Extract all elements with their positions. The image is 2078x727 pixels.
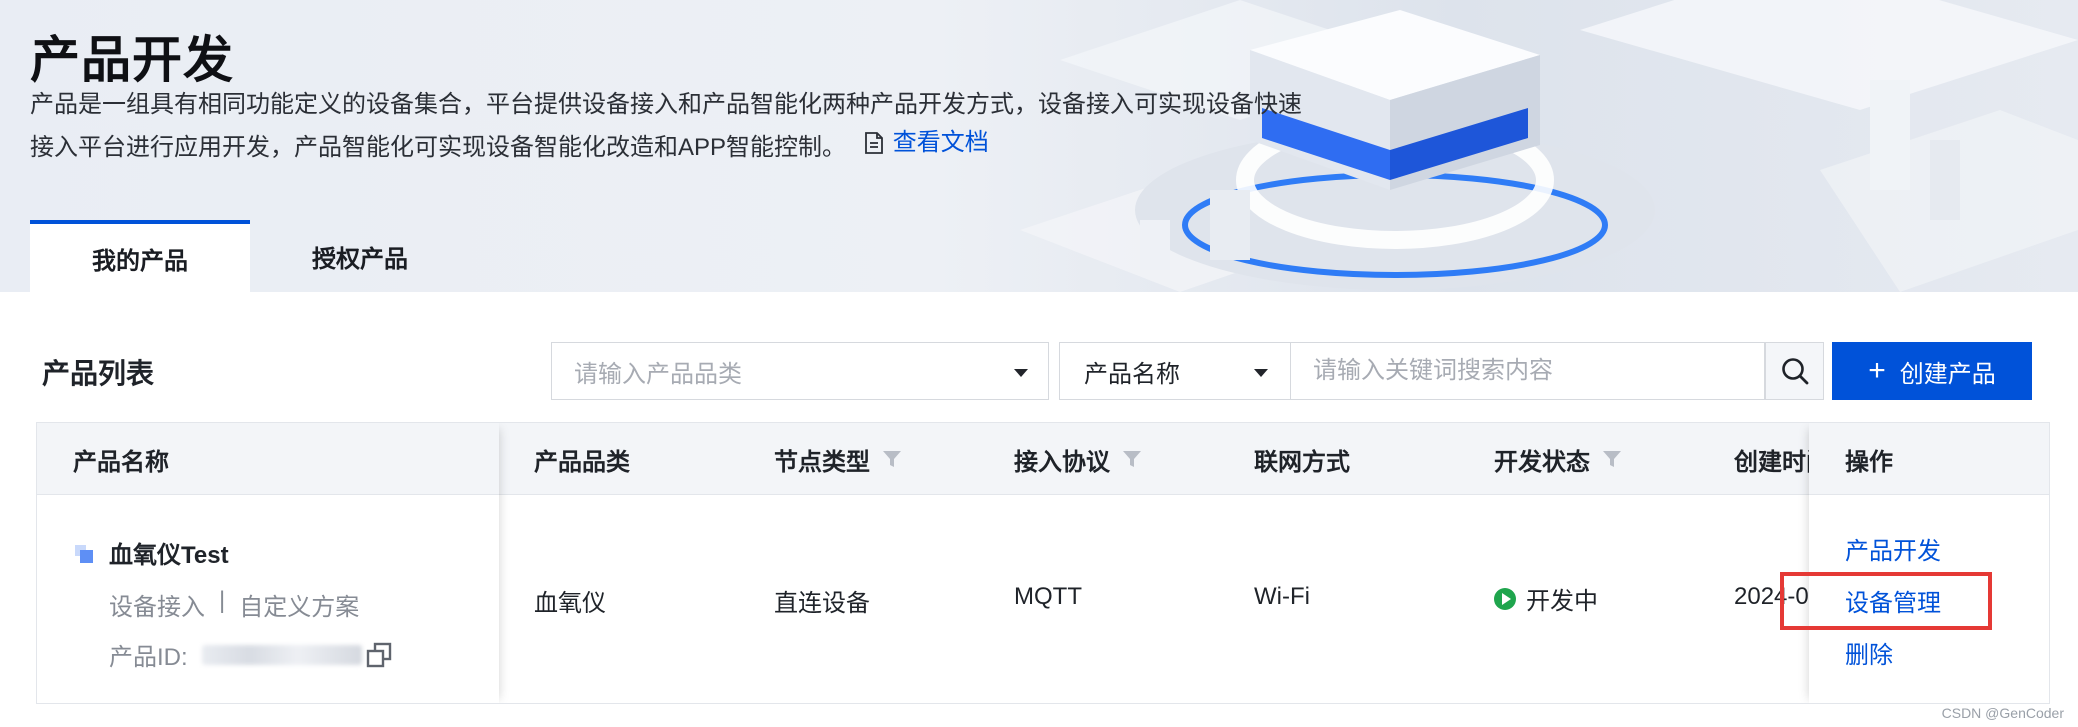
product-tabs: 我的产品 授权产品: [30, 220, 470, 292]
product-name: 血氧仪Test: [109, 542, 229, 569]
watermark: CSDN @GenCoder: [1941, 705, 2064, 721]
play-status-icon: [1494, 587, 1516, 610]
search-field-label: 产品名称: [1084, 360, 1180, 388]
fixed-name-column: 产品名称 血氧仪Test 设备接入 | 自定义方案 产品ID:: [37, 423, 499, 703]
column-protocol[interactable]: 接入协议: [1014, 423, 1142, 495]
page-description: 产品是一组具有相同功能定义的设备集合，平台提供设备接入和产品智能化两种产品开发方…: [30, 86, 1320, 167]
create-product-label: 创建产品: [1899, 360, 1996, 388]
copy-icon[interactable]: [366, 642, 392, 668]
tab-my-products[interactable]: 我的产品: [30, 220, 250, 292]
filter-icon[interactable]: [882, 450, 902, 468]
product-icon: [75, 545, 93, 563]
chevron-down-icon: [1254, 369, 1268, 377]
column-actions: 操作: [1845, 448, 1893, 476]
status-label: 开发中: [1526, 588, 1598, 615]
category-placeholder: 请输入产品品类: [574, 360, 742, 388]
description-text: 产品是一组具有相同功能定义的设备集合，平台提供设备接入和产品智能化两种产品开发方…: [30, 91, 1302, 161]
document-icon: [864, 132, 883, 154]
search-group: 产品名称: [1059, 342, 1824, 400]
product-table: 产品品类 节点类型 接入协议 联网方式 开发状态 创建时间 血氧仪 直连设备 M…: [36, 422, 2050, 704]
meta-separator: |: [219, 587, 226, 614]
product-id-masked: [201, 644, 362, 665]
scheme-type: 自定义方案: [239, 594, 360, 621]
product-list-title: 产品列表: [42, 358, 155, 389]
tab-authorized-products[interactable]: 授权产品: [250, 220, 470, 292]
page-title: 产品开发: [30, 32, 234, 88]
filter-icon[interactable]: [1602, 450, 1622, 468]
annotation-highlight-box: [1780, 572, 1992, 630]
delete-link[interactable]: 删除: [1845, 635, 1893, 670]
search-field-select[interactable]: 产品名称: [1059, 342, 1291, 400]
header-banner: 产品开发 产品是一组具有相同功能定义的设备集合，平台提供设备接入和产品智能化两种…: [0, 0, 2078, 292]
column-node-type[interactable]: 节点类型: [774, 423, 902, 495]
product-develop-link[interactable]: 产品开发: [1845, 531, 1941, 566]
column-category: 产品品类: [534, 448, 630, 476]
view-docs-link[interactable]: 查看文档: [863, 124, 989, 162]
create-product-button[interactable]: + 创建产品: [1832, 342, 2032, 400]
cell-network: Wi-Fi: [1254, 583, 1310, 610]
table-header-name: 产品名称: [37, 423, 499, 495]
search-button[interactable]: [1765, 342, 1824, 400]
cell-node-type: 直连设备: [774, 590, 870, 617]
product-id: 产品ID:: [109, 637, 392, 672]
search-icon: [1781, 358, 1808, 385]
cell-status: 开发中: [1494, 581, 1598, 616]
cell-protocol: MQTT: [1014, 583, 1082, 610]
product-id-label: 产品ID:: [109, 644, 188, 671]
fixed-actions-column: 操作 产品开发 设备管理 删除: [1809, 423, 2049, 703]
filter-icon[interactable]: [1122, 450, 1142, 468]
column-network: 联网方式: [1254, 448, 1350, 476]
category-select[interactable]: 请输入产品品类: [551, 342, 1049, 400]
product-meta: 设备接入 | 自定义方案: [109, 587, 359, 622]
keyword-search-input[interactable]: [1291, 342, 1765, 400]
cell-category: 血氧仪: [534, 590, 606, 617]
view-docs-label: 查看文档: [892, 129, 989, 156]
chevron-down-icon: [1014, 369, 1028, 377]
name-cell: 血氧仪Test 设备接入 | 自定义方案 产品ID:: [37, 495, 499, 703]
plus-icon: +: [1868, 354, 1886, 387]
access-type: 设备接入: [109, 594, 205, 621]
table-header-actions: 操作: [1809, 423, 2049, 495]
column-name: 产品名称: [73, 448, 169, 476]
column-status[interactable]: 开发状态: [1494, 423, 1622, 495]
